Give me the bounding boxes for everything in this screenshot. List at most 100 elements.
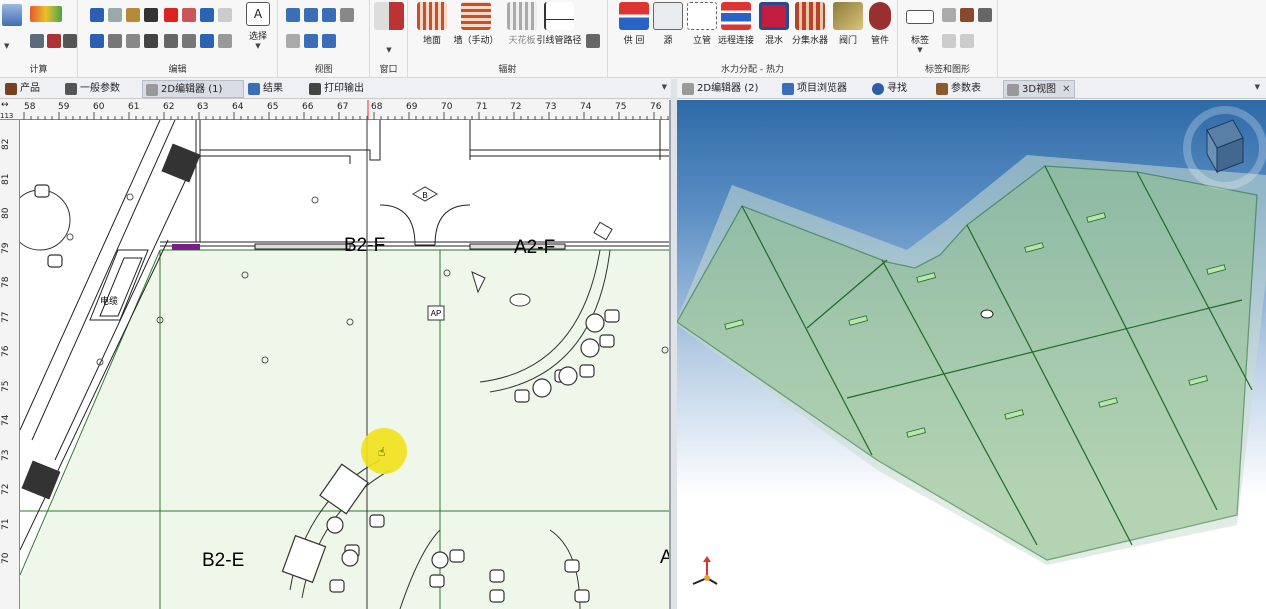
measure-icon[interactable] xyxy=(218,34,232,48)
zoom-out-icon[interactable] xyxy=(304,8,318,22)
close-icon[interactable]: ✕ xyxy=(1062,84,1070,95)
text-icon[interactable] xyxy=(942,8,956,22)
table-icon xyxy=(936,83,948,95)
tab-param-table[interactable]: 参数表 xyxy=(933,80,981,98)
properties-icon[interactable] xyxy=(200,8,214,22)
print-icon[interactable] xyxy=(63,34,77,48)
wall-manual-button[interactable]: 墙（手动） xyxy=(452,2,500,58)
view-group-label: 视图 xyxy=(314,65,333,75)
select-label: 选择 xyxy=(248,32,267,42)
align-icon[interactable] xyxy=(182,8,196,22)
floor-plan[interactable]: B AP B2-F A2-F B2-E A 电缆 ☝ xyxy=(20,120,671,609)
tab-project-browser[interactable]: 项目浏览器 xyxy=(779,80,847,98)
select-button[interactable]: A 选择 ▼ xyxy=(240,2,276,58)
group-icon[interactable] xyxy=(164,34,178,48)
shape-icon[interactable] xyxy=(942,34,956,48)
calculator-icon[interactable] xyxy=(2,4,22,26)
calculate-run-icon[interactable] xyxy=(30,6,62,22)
zoom-extents-icon[interactable] xyxy=(340,8,354,22)
ungroup-icon[interactable] xyxy=(182,34,196,48)
redo-icon[interactable] xyxy=(90,34,104,48)
move-icon[interactable] xyxy=(218,8,232,22)
lead-pipe-path-button[interactable]: 引线管路径 xyxy=(534,2,584,58)
room-label-a[interactable]: A xyxy=(660,547,671,568)
tab-products[interactable]: 产品 xyxy=(2,80,40,98)
tab-label: 2D编辑器 (2) xyxy=(697,83,759,94)
params-icon xyxy=(65,83,77,95)
tab-2d-editor-1[interactable]: 2D编辑器 (1) xyxy=(142,80,244,98)
radiant-group-label: 辐射 xyxy=(498,65,517,75)
cable-room-label: 电缆 xyxy=(100,295,118,306)
fitting-icon xyxy=(869,2,891,30)
3d-model[interactable] xyxy=(677,100,1266,609)
2d-editor-canvas[interactable]: ↔ 58 59 60 61 62 63 64 65 66 67 68 69 70… xyxy=(0,100,671,609)
chevron-down-icon: ▼ xyxy=(386,46,392,54)
manifold-marker[interactable] xyxy=(172,244,200,250)
tab-label: 3D视图 xyxy=(1022,84,1057,95)
copy-icon[interactable] xyxy=(108,8,122,22)
export-icon[interactable] xyxy=(30,34,44,48)
ruler-tick: 82 xyxy=(1,138,11,150)
ruler-tick: 80 xyxy=(1,207,11,219)
edit-group: A 选择 ▼ 编辑 xyxy=(78,0,278,78)
tab-label: 2D编辑器 (1) xyxy=(161,84,223,95)
split-icon[interactable] xyxy=(144,34,158,48)
chevron-down-icon[interactable]: ▼ xyxy=(1255,83,1260,91)
paste-icon[interactable] xyxy=(126,8,140,22)
zoom-prev-icon[interactable] xyxy=(304,34,318,48)
ruler-corner: 113 xyxy=(0,112,14,120)
chevron-down-icon[interactable]: ▼ xyxy=(4,40,12,50)
tab-label: 参数表 xyxy=(951,83,981,94)
tab-general-params[interactable]: 一般参数 xyxy=(62,80,120,98)
tag-button[interactable]: 标签 ▼ xyxy=(902,2,938,58)
ceiling-heating-icon xyxy=(507,2,537,30)
tag-b-label: B xyxy=(422,191,427,200)
tab-label: 打印输出 xyxy=(324,83,364,94)
tab-search[interactable]: 寻找 xyxy=(869,80,907,98)
tab-label: 一般参数 xyxy=(80,83,120,94)
remote-connect-icon xyxy=(721,2,751,30)
calc-group-label: 计算 xyxy=(29,65,48,75)
zoom-in-icon[interactable] xyxy=(286,8,300,22)
zoom-window-icon[interactable] xyxy=(322,8,336,22)
floor-label: 地面 xyxy=(422,36,441,46)
delete-icon[interactable] xyxy=(164,8,178,22)
valve-icon xyxy=(833,2,863,30)
table-icon[interactable] xyxy=(978,8,992,22)
3d-view-canvas[interactable] xyxy=(677,100,1266,609)
legend-icon[interactable] xyxy=(960,8,974,22)
results-icon xyxy=(248,83,260,95)
tab-2d-editor-2[interactable]: 2D编辑器 (2) xyxy=(679,80,758,98)
chevron-down-icon[interactable]: ▼ xyxy=(662,83,667,91)
printer-icon xyxy=(309,83,321,95)
report-icon[interactable] xyxy=(47,34,61,48)
zoom-next-icon[interactable] xyxy=(322,34,336,48)
floor-button[interactable]: 地面 xyxy=(412,2,452,58)
pan-icon[interactable] xyxy=(286,34,300,48)
image-icon[interactable] xyxy=(960,34,974,48)
remote-connect-button[interactable]: 远程连接 xyxy=(714,2,758,58)
labels-group: 标签 ▼ 标签和图形 xyxy=(898,0,998,78)
hydraulic-group: 供 回 源 立管 远程连接 混水 分集水器 阀门 管件 水力分配 - 热力 xyxy=(608,0,898,78)
fitting-button[interactable]: 管件 xyxy=(860,2,900,58)
undo-icon[interactable] xyxy=(90,8,104,22)
mirror-icon[interactable] xyxy=(108,34,122,48)
room-label-a2-f[interactable]: A2-F xyxy=(514,237,555,258)
ruler-tick: 70 xyxy=(1,552,11,564)
ruler-tick: 74 xyxy=(1,414,11,426)
editor-icon xyxy=(682,83,694,95)
tab-print-output[interactable]: 打印输出 xyxy=(306,80,364,98)
rotate-icon[interactable] xyxy=(126,34,140,48)
grid-icon[interactable] xyxy=(586,34,600,48)
tab-results[interactable]: 结果 xyxy=(245,80,283,98)
layer-icon[interactable] xyxy=(200,34,214,48)
room-label-b2-e[interactable]: B2-E xyxy=(202,550,244,571)
tab-3d-view[interactable]: 3D视图 ✕ xyxy=(1003,80,1075,98)
calc-group: ▼ 计算 xyxy=(0,0,78,78)
wall-heating-icon xyxy=(461,2,491,30)
room-label-b2-f[interactable]: B2-F xyxy=(344,235,385,256)
manifold-button[interactable]: 分集水器 xyxy=(788,2,832,58)
window-button[interactable]: ▼ xyxy=(370,2,408,58)
cut-icon[interactable] xyxy=(144,8,158,22)
drain-marker[interactable] xyxy=(980,309,994,319)
